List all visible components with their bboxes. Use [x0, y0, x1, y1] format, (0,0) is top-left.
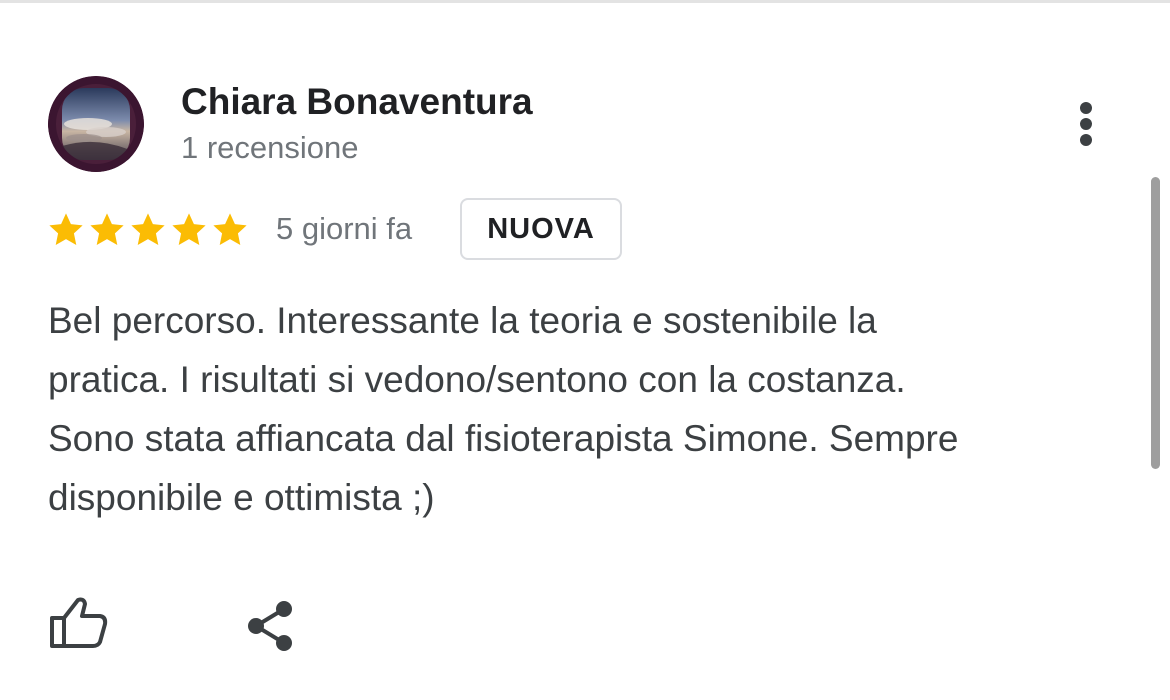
- star-icon: [90, 213, 124, 246]
- review-card: Chiara Bonaventura 1 recensione 5 giorni…: [0, 3, 1170, 700]
- more-vert-icon: [1080, 102, 1092, 114]
- share-icon: [248, 601, 292, 651]
- star-rating: [47, 208, 252, 252]
- avatar-photo: [48, 76, 144, 172]
- review-date: 5 giorni fa: [276, 211, 413, 246]
- review-text-line: Bel percorso. Interessante la teoria e s…: [48, 300, 877, 341]
- more-vert-icon-dot: [1080, 134, 1092, 146]
- more-options-button[interactable]: [1066, 96, 1106, 152]
- new-badge: NUOVA: [460, 198, 622, 260]
- review-text-line: pratica. I risultati si vedono/sentono c…: [48, 359, 906, 400]
- star-icon: [172, 213, 206, 246]
- review-text: Bel percorso. Interessante la teoria e s…: [48, 291, 1128, 527]
- reviewer-name[interactable]: Chiara Bonaventura: [181, 81, 533, 123]
- star-icon: [131, 213, 165, 246]
- like-button[interactable]: [48, 596, 110, 650]
- share-button[interactable]: [242, 599, 298, 653]
- more-vert-icon-dot: [1080, 118, 1092, 130]
- scrollbar[interactable]: [1151, 177, 1160, 469]
- review-text-line: disponibile e ottimista ;): [48, 477, 435, 518]
- star-icon: [49, 213, 83, 246]
- thumb-up-icon: [50, 597, 108, 648]
- avatar[interactable]: [48, 76, 144, 172]
- reviewer-review-count: 1 recensione: [181, 130, 359, 165]
- review-text-line: Sono stata affiancata dal fisioterapista…: [48, 418, 959, 459]
- star-icon: [213, 213, 247, 246]
